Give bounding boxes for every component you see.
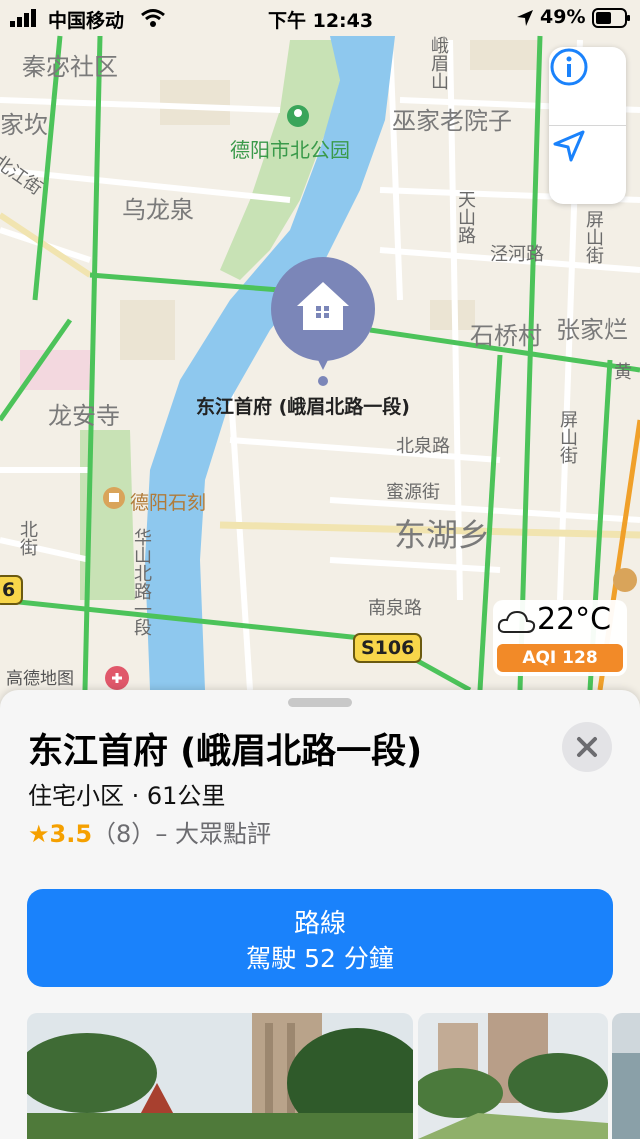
rating-count: （8）: [92, 820, 156, 848]
map-attribution: 高德地图: [6, 669, 74, 689]
street-label: 北街: [17, 520, 38, 556]
signal-icon: [10, 9, 36, 27]
wifi-icon: [141, 9, 165, 27]
street-label: 泾河路: [490, 244, 544, 265]
street-label: 北泉路: [396, 436, 450, 457]
street-label: 蜜源街: [386, 482, 440, 503]
road-badge: 6: [0, 575, 24, 605]
district-label: 龙安寺: [48, 402, 120, 430]
clock: 下午 12:43: [268, 10, 374, 32]
close-button[interactable]: [562, 722, 612, 772]
close-icon: [577, 737, 597, 757]
rating-source: – 大眾點評: [155, 820, 271, 848]
location-services-icon: [517, 10, 533, 26]
cloud-icon: [497, 610, 536, 633]
pin-label: 东江首府 (峨眉北路一段): [196, 396, 410, 418]
info-icon: [550, 48, 588, 86]
info-button[interactable]: [549, 47, 626, 125]
street-label: 天山路: [455, 190, 476, 244]
directions-button[interactable]: 路線 駕駛 52 分鐘: [27, 889, 613, 987]
sheet-grabber[interactable]: [288, 698, 352, 707]
district-label: 秦宓社区: [22, 53, 118, 81]
directions-detail: 駕駛 52 分鐘: [246, 944, 394, 973]
place-subtitle: 住宅小区 · 61公里: [28, 782, 226, 810]
rating-row[interactable]: ★3.5（8）– 大眾點評: [28, 814, 271, 849]
district-label: 乌龙泉: [122, 196, 194, 224]
aqi-badge: AQI 128: [497, 644, 623, 672]
temperature: 22°C: [537, 602, 612, 637]
district-label: 巫家老院子: [392, 107, 512, 135]
place-photo[interactable]: [612, 1013, 640, 1139]
carrier-name: 中国移动: [48, 10, 125, 32]
locate-button[interactable]: [549, 126, 626, 204]
map-view[interactable]: 秦宓社区 家坎 巫家老院子 乌龙泉 石桥村 张家烂 龙安寺 东湖乡 德阳市北公园…: [0, 0, 640, 700]
location-arrow-icon: [553, 130, 585, 162]
park-label: 德阳市北公园: [230, 138, 350, 162]
place-card[interactable]: 东江首府 (峨眉北路一段) 住宅小区 · 61公里 ★3.5（8）– 大眾點評 …: [0, 690, 640, 1139]
street-label: 华山北路一段: [131, 528, 152, 636]
place-photo[interactable]: [418, 1013, 608, 1139]
street-label: 屏山街: [557, 410, 578, 464]
place-photo[interactable]: [27, 1013, 413, 1139]
poi-label: 德阳石刻: [130, 492, 207, 514]
restaurant-marker-icon: [613, 568, 637, 592]
district-label: 张家烂: [556, 316, 628, 344]
street-label: 峨眉山: [428, 36, 449, 90]
directions-label: 路線: [293, 909, 346, 939]
map-controls: [549, 47, 626, 204]
road-badge: S106: [353, 633, 423, 663]
street-label: 南泉路: [368, 598, 422, 619]
district-label: 家坎: [0, 111, 48, 139]
street-label: 屏山街: [583, 210, 604, 264]
battery-icon: [592, 8, 630, 28]
battery-percentage: 49%: [540, 6, 586, 28]
status-bar: 中国移动 下午 12:43 49%: [0, 0, 640, 36]
star-icon: ★: [28, 820, 50, 848]
map-canvas[interactable]: [0, 0, 640, 700]
place-title: 东江首府 (峨眉北路一段): [28, 732, 423, 772]
weather-widget[interactable]: 22°C AQI 128: [493, 600, 627, 676]
rating-score: 3.5: [49, 820, 93, 848]
district-label: 东湖乡: [394, 516, 491, 554]
district-label: 石桥村: [470, 322, 542, 350]
street-label: 黄: [614, 362, 632, 383]
